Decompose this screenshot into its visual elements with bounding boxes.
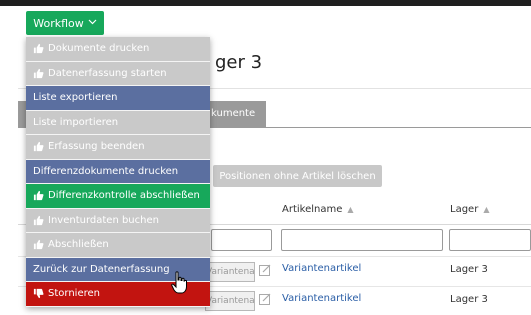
thumbs-up-icon [33, 215, 44, 226]
column-header-artikelname[interactable]: Artikelname ▲ [282, 204, 354, 215]
edit-icon[interactable] [259, 293, 271, 305]
workflow-menu-item-label: Differenzkontrolle abschließen [48, 190, 200, 202]
artikelname-link[interactable]: Variantenartikel [282, 293, 361, 304]
workflow-menu-item-label: Differenzdokumente drucken [33, 165, 179, 177]
workflow-menu-item[interactable]: Liste importieren [26, 110, 210, 135]
column-header-lager[interactable]: Lager ▲ [450, 204, 489, 215]
workflow-menu-item[interactable]: Dokumente drucken [26, 37, 210, 62]
workflow-dropdown-menu: Dokumente drucken Datenerfassung starten L… [26, 37, 210, 307]
workflow-menu-item[interactable]: Erfassung beenden [26, 135, 210, 160]
filter-input-button-column[interactable] [211, 229, 272, 251]
filter-input-lager[interactable] [449, 229, 531, 251]
workflow-button[interactable]: Workflow [26, 11, 104, 35]
workflow-button-label: Workflow [33, 16, 84, 30]
workflow-menu-item[interactable]: Differenzkontrolle abschließen [26, 184, 210, 209]
artikelname-link[interactable]: Variantenartikel [282, 263, 361, 274]
workflow-menu-item[interactable]: Liste exportieren [26, 86, 210, 111]
workflow-menu-item-label: Stornieren [48, 288, 100, 300]
workflow-menu-item-label: Dokumente drucken [48, 43, 150, 55]
chevron-down-icon [88, 18, 97, 28]
filter-input-artikelname[interactable] [281, 229, 443, 251]
variant-article-button[interactable]: Variantenartikel [205, 291, 255, 311]
edit-icon[interactable] [259, 264, 271, 276]
clear-positions-button[interactable]: Positionen ohne Artikel löschen [213, 165, 382, 187]
tab-label: kumente [211, 108, 256, 119]
lager-cell: Lager 3 [450, 294, 488, 305]
thumbs-up-icon [33, 43, 44, 54]
top-bar [0, 0, 531, 6]
workflow-menu-item-label: Abschließen [48, 239, 109, 251]
hand-cursor-icon [171, 271, 187, 294]
workflow-menu-item-label: Liste importieren [33, 116, 119, 128]
lager-cell: Lager 3 [450, 264, 488, 275]
workflow-menu-item-label: Liste exportieren [33, 92, 118, 104]
workflow-menu-item[interactable]: Inventurdaten buchen [26, 208, 210, 233]
thumbs-up-icon [33, 239, 44, 250]
sort-icon: ▲ [483, 205, 490, 214]
workflow-menu-item[interactable]: Differenzdokumente drucken [26, 159, 210, 184]
workflow-menu-item-label: Erfassung beenden [48, 141, 145, 153]
sort-icon: ▲ [347, 205, 354, 214]
page-title: ger 3 [215, 52, 263, 73]
variant-article-button[interactable]: Variantenartikel [205, 262, 255, 282]
workflow-menu-item[interactable]: Abschließen [26, 233, 210, 258]
thumbs-up-icon [33, 190, 44, 201]
workflow-menu-item-label: Zurück zur Datenerfassung [33, 263, 170, 275]
thumbs-up-icon [33, 68, 44, 79]
thumbs-down-icon [33, 288, 44, 299]
workflow-menu-item[interactable]: Datenerfassung starten [26, 61, 210, 86]
workflow-menu-item-label: Datenerfassung starten [48, 67, 167, 79]
workflow-menu-item-label: Inventurdaten buchen [48, 214, 159, 226]
column-header-label: Lager [450, 204, 479, 215]
thumbs-up-icon [33, 141, 44, 152]
column-header-label: Artikelname [282, 204, 343, 215]
